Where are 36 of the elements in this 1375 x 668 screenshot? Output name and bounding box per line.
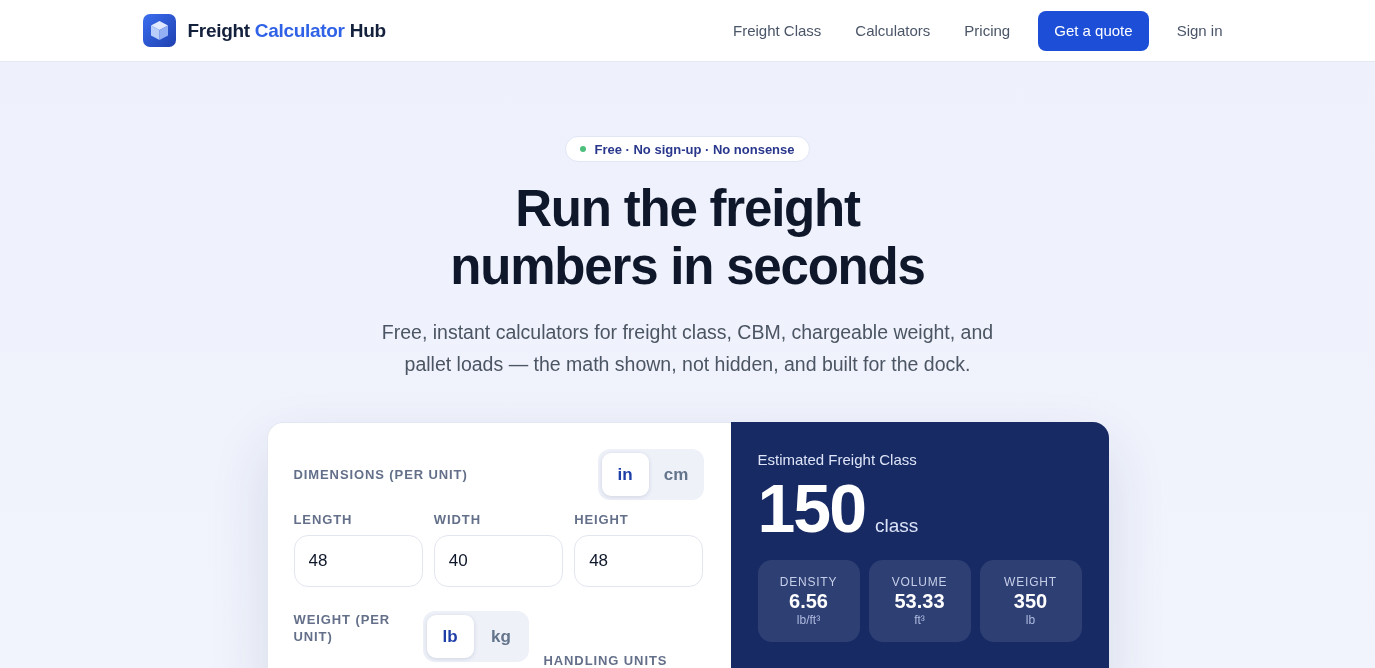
stat-label: DENSITY bbox=[779, 575, 838, 589]
unit-option[interactable]: kg bbox=[477, 615, 525, 658]
result-title: Estimated Freight Class bbox=[757, 451, 918, 468]
input-field[interactable]: 40 bbox=[433, 535, 564, 587]
stat-value: 350 bbox=[1013, 589, 1048, 613]
input-field[interactable]: 48 bbox=[574, 535, 704, 587]
stat-unit: lb/ft³ bbox=[796, 613, 821, 627]
field-label: HEIGHT bbox=[574, 512, 630, 527]
brand-name[interactable]: Freight Calculator Hub bbox=[187, 19, 386, 42]
stat-unit: lb bbox=[1025, 613, 1036, 627]
stat-value: 53.33 bbox=[894, 589, 945, 613]
input-field[interactable]: 48 bbox=[293, 535, 423, 587]
unit-option[interactable]: cm bbox=[652, 453, 700, 496]
field-label: LENGTH bbox=[293, 512, 354, 527]
stat-label: WEIGHT bbox=[1004, 575, 1057, 589]
unit-option[interactable]: lb bbox=[426, 615, 474, 658]
status-dot-icon bbox=[580, 146, 587, 152]
stat-unit: ft³ bbox=[914, 613, 925, 627]
unit-option[interactable]: in bbox=[601, 453, 649, 496]
stat-value: 6.56 bbox=[789, 589, 828, 613]
field-label: WIDTH bbox=[433, 512, 482, 527]
hero-subtitle: Free, instant calculators for freight class, CBM, chargeable weight, and pallet loads — the math shown, not hidden, and built for the dock. bbox=[380, 320, 995, 377]
nav-link[interactable]: Calculators bbox=[845, 14, 941, 47]
handling-units-label: HANDLING UNITS bbox=[543, 653, 669, 668]
hero-headline: Run the freight numbers in seconds bbox=[449, 180, 926, 296]
badge-text: Free · No sign-up · No nonsense bbox=[594, 141, 795, 157]
nav-link[interactable]: Sign in bbox=[1166, 14, 1233, 47]
get-quote-button[interactable]: Get a quote bbox=[1038, 10, 1149, 51]
stat-label: VOLUME bbox=[891, 575, 948, 589]
dimensions-label: DIMENSIONS (PER UNIT) bbox=[293, 467, 468, 482]
weight-label: WEIGHT (PER UNIT) bbox=[293, 611, 392, 645]
freight-class-suffix: class bbox=[874, 515, 919, 537]
nav-link[interactable]: Pricing bbox=[954, 14, 1021, 47]
freight-class-value: 150 bbox=[757, 472, 865, 544]
cube-logo-icon[interactable] bbox=[142, 14, 176, 47]
nav-link[interactable]: Freight Class bbox=[722, 14, 832, 47]
